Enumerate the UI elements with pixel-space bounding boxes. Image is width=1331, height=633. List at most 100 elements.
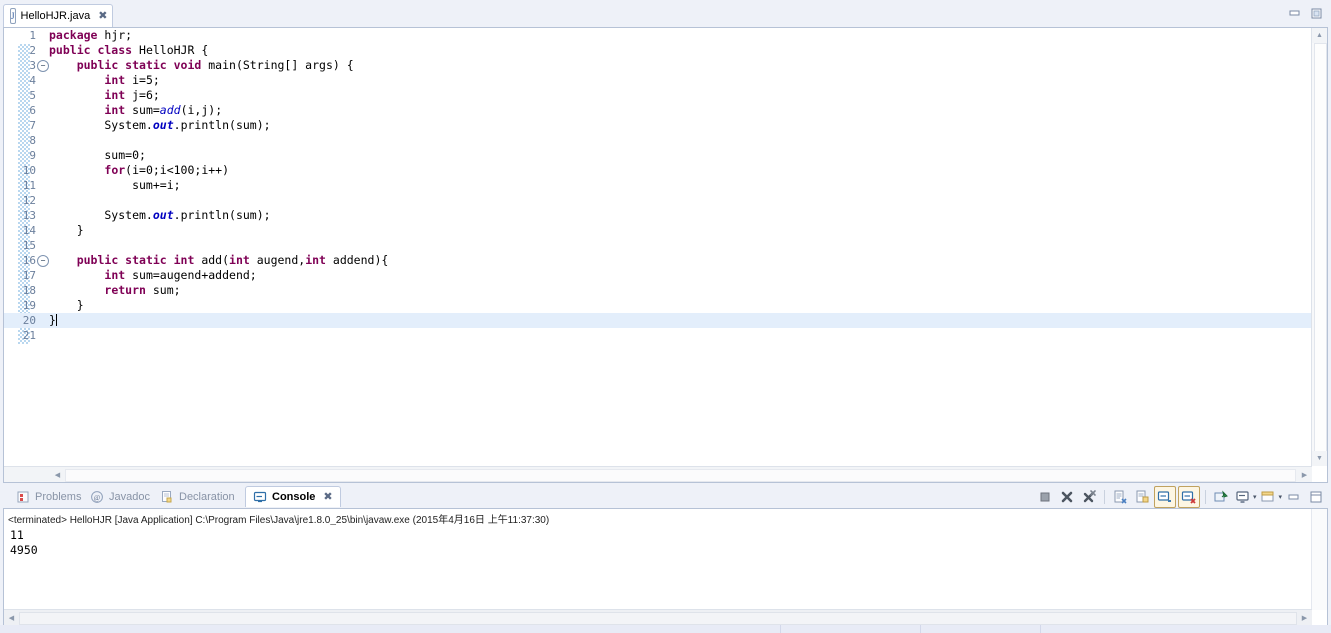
minimize-editor-button[interactable]: [1286, 5, 1302, 21]
code-line-text: }: [49, 223, 84, 238]
console-output-text[interactable]: 11 4950: [10, 528, 1309, 609]
code-token: (i,j);: [180, 103, 223, 117]
scroll-right-icon[interactable]: ▶: [1297, 467, 1312, 482]
code-line-text: int sum=augend+addend;: [49, 268, 257, 283]
toolbar-separator: [1204, 490, 1206, 504]
code-line[interactable]: 14 }: [4, 223, 1311, 238]
code-token: int: [104, 88, 126, 102]
code-line[interactable]: 5 int j=6;: [4, 88, 1311, 103]
code-token: package: [49, 28, 98, 42]
code-text-area[interactable]: 1 package hjr; 2 public class HelloHJR {3− …: [4, 28, 1311, 466]
code-token: return: [104, 283, 146, 297]
code-line-text: for(i=0;i<100;i++): [49, 163, 229, 178]
console-vertical-scrollbar[interactable]: [1311, 509, 1327, 610]
open-console-button[interactable]: [1258, 487, 1278, 507]
scroll-lock-button[interactable]: [1132, 487, 1152, 507]
console-tab-declaration[interactable]: Declaration: [153, 486, 242, 507]
chevron-down-icon[interactable]: ▾: [1253, 493, 1257, 501]
editor-vscroll-thumb[interactable]: [1314, 43, 1327, 455]
console-tab-problems[interactable]: Problems: [9, 486, 88, 507]
code-token: add(: [194, 253, 230, 267]
scroll-left-icon[interactable]: ◀: [50, 467, 65, 482]
show-console-on-error-button[interactable]: [1177, 486, 1200, 508]
line-number: 20: [22, 314, 36, 327]
minimize-console-button[interactable]: [1284, 487, 1304, 507]
scroll-down-icon[interactable]: ▼: [1312, 451, 1327, 466]
code-token: sum=: [125, 103, 160, 117]
console-tab-console[interactable]: Console ✖: [245, 486, 341, 507]
line-number: 19: [22, 299, 36, 312]
clear-console-button[interactable]: [1110, 487, 1130, 507]
console-scroll-left-icon[interactable]: ◀: [4, 610, 19, 625]
code-line[interactable]: 7 System.out.println(sum);: [4, 118, 1311, 133]
fold-collapse-icon[interactable]: −: [37, 60, 49, 72]
line-number: 2: [29, 44, 36, 57]
code-line[interactable]: 4 int i=5;: [4, 73, 1311, 88]
code-token: .println(sum);: [173, 208, 271, 222]
code-line[interactable]: 6 int sum=add(i,j);: [4, 103, 1311, 118]
code-line[interactable]: 10 for(i=0;i<100;i++): [4, 163, 1311, 178]
code-line[interactable]: 11 sum+=i;: [4, 178, 1311, 193]
console-scroll-right-icon[interactable]: ▶: [1297, 610, 1312, 625]
code-line[interactable]: 2 public class HelloHJR {: [4, 43, 1311, 58]
maximize-console-button[interactable]: [1306, 487, 1326, 507]
display-selected-console-button[interactable]: [1233, 487, 1253, 507]
code-line[interactable]: 3− public static void main(String[] args…: [4, 58, 1311, 73]
show-console-on-output-button[interactable]: [1153, 486, 1176, 508]
editor-body: 1 package hjr; 2 public class HelloHJR {3− …: [3, 27, 1328, 483]
code-line[interactable]: 18 return sum;: [4, 283, 1311, 298]
terminate-button[interactable]: [1035, 487, 1055, 507]
code-line[interactable]: 21: [4, 328, 1311, 343]
maximize-editor-button[interactable]: [1308, 5, 1324, 21]
code-line[interactable]: 16− public static int add(int augend,int…: [4, 253, 1311, 268]
editor-hscroll-thumb[interactable]: [65, 469, 1296, 482]
editor-tab-hellohjr-java[interactable]: J HelloHJR.java ✖: [3, 4, 113, 27]
line-number: 9: [29, 149, 36, 162]
code-line-text: System.out.println(sum);: [49, 208, 271, 223]
code-line[interactable]: 13 System.out.println(sum);: [4, 208, 1311, 223]
code-line[interactable]: 19 }: [4, 298, 1311, 313]
code-token: sum=augend+addend;: [125, 268, 257, 282]
code-token: hjr;: [97, 28, 133, 42]
scroll-up-icon[interactable]: ▲: [1312, 28, 1327, 43]
code-line-text: return sum;: [49, 283, 180, 298]
editor-horizontal-scrollbar[interactable]: ◀ ▶: [4, 466, 1312, 482]
line-number: 1: [29, 29, 36, 42]
code-line[interactable]: 9 sum=0;: [4, 148, 1311, 163]
declaration-icon: [160, 490, 174, 504]
editor-vertical-scrollbar[interactable]: ▲ ▼: [1311, 28, 1327, 466]
code-line[interactable]: 8: [4, 133, 1311, 148]
code-token: System.: [49, 208, 153, 222]
remove-launch-button[interactable]: [1057, 487, 1077, 507]
line-number: 8: [29, 134, 36, 147]
code-line-text: int sum=add(i,j);: [49, 103, 222, 118]
code-line[interactable]: 12: [4, 193, 1311, 208]
close-icon[interactable]: ✖: [98, 10, 107, 22]
code-token: int: [104, 73, 126, 87]
chevron-down-icon[interactable]: ▾: [1278, 493, 1282, 501]
line-number: 5: [29, 89, 36, 102]
code-line[interactable]: 15: [4, 238, 1311, 253]
code-token: out: [152, 208, 174, 222]
pin-console-button[interactable]: [1211, 487, 1231, 507]
code-line[interactable]: 17 int sum=augend+addend;: [4, 268, 1311, 283]
fold-collapse-icon[interactable]: −: [37, 255, 49, 267]
console-tab-javadoc[interactable]: @ Javadoc: [83, 486, 157, 507]
javadoc-icon: @: [90, 490, 104, 504]
code-line[interactable]: 1 package hjr;: [4, 28, 1311, 43]
console-hscroll-thumb[interactable]: [19, 612, 1297, 625]
console-tab-bar: Problems @ Javadoc Declaration Console ✖ ▾ ▾: [3, 486, 1328, 508]
line-number: 4: [29, 74, 36, 87]
remove-all-terminated-button[interactable]: [1079, 487, 1099, 507]
code-line-text: }: [49, 298, 84, 313]
line-number: 18: [22, 284, 36, 297]
code-line[interactable]: 20}: [4, 313, 1311, 328]
console-horizontal-scrollbar[interactable]: ◀ ▶: [4, 609, 1312, 625]
code-token: (i=0;i<100;i++): [125, 163, 230, 177]
code-token: j=6;: [125, 88, 160, 102]
editor-part: J HelloHJR.java ✖ 1 package hjr; 2 public c…: [3, 2, 1328, 483]
close-icon[interactable]: ✖: [323, 491, 332, 503]
